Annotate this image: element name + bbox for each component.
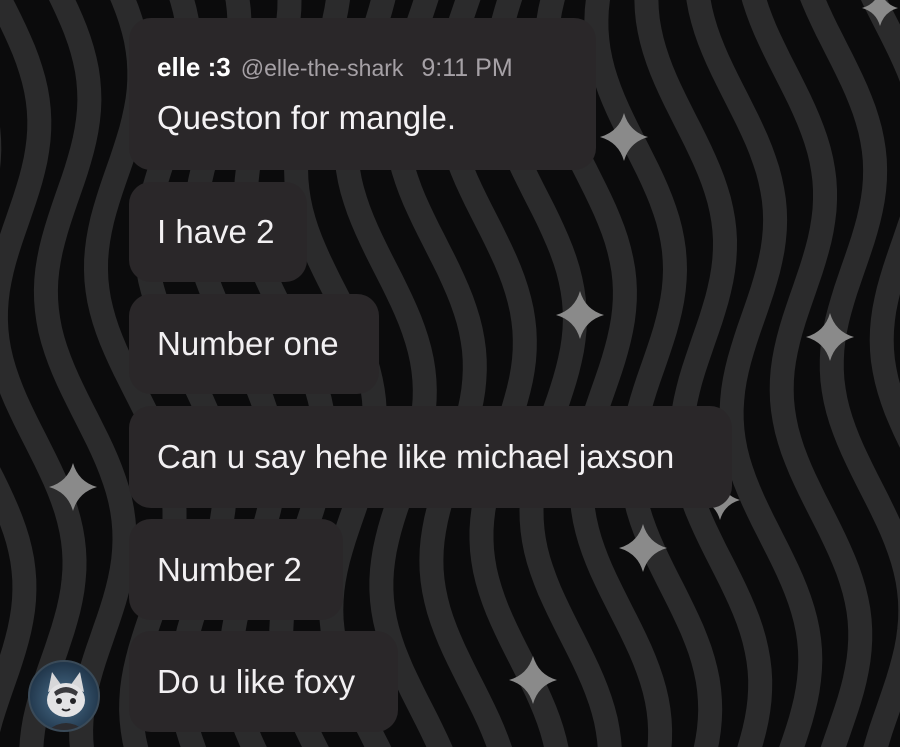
message-bubble-2[interactable]: I have 2 [129,182,307,282]
message-bubble-6[interactable]: Do u like foxy [129,631,398,732]
message-text: Can u say hehe like michael jaxson [157,438,675,475]
message-timestamp: 9:11 PM [421,54,513,82]
message-text: I have 2 [157,213,275,250]
message-bubble-5[interactable]: Number 2 [129,519,343,620]
message-bubble-3[interactable]: Number one [129,294,379,394]
message-text: Number one [157,325,339,362]
message-bubble-1[interactable]: elle :3 @elle-the-shark 9:11 PM Queston … [129,18,596,170]
message-text: Number 2 [157,550,302,588]
author-handle[interactable]: @elle-the-shark [241,55,404,82]
message-text: Queston for mangle. [157,99,456,136]
message-text: Do u like foxy [157,662,356,700]
avatar[interactable] [28,660,100,732]
message-bubble-4[interactable]: Can u say hehe like michael jaxson [129,406,732,508]
author-name[interactable]: elle :3 [157,52,231,83]
